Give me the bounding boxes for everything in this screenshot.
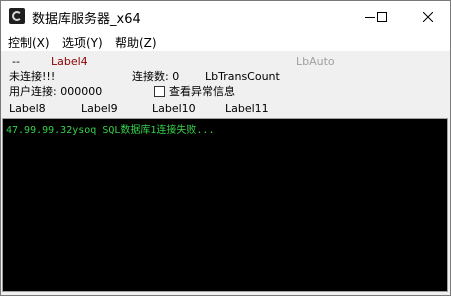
connection-count: 连接数: 0 [132, 70, 180, 83]
log-line: 47.99.99.32ysoq SQL数据库1连接失败... [6, 125, 215, 136]
app-window: 数据库服务器_x64 控制(X) 选项(Y) 帮助(Z) -- Label4 L… [0, 0, 451, 296]
maximize-button[interactable] [359, 1, 404, 32]
trans-count-label: LbTransCount [205, 70, 280, 83]
menu-control[interactable]: 控制(X) [8, 34, 50, 51]
label8: Label8 [9, 102, 46, 115]
view-error-checkbox[interactable] [154, 86, 165, 97]
close-button[interactable] [405, 1, 450, 32]
app-logo-icon [9, 8, 25, 24]
log-console[interactable]: 47.99.99.32ysoq SQL数据库1连接失败... [2, 118, 448, 292]
menu-bar: 控制(X) 选项(Y) 帮助(Z) [1, 32, 450, 51]
user-connection-count: 用户连接: 000000 [9, 85, 103, 98]
menu-help[interactable]: 帮助(Z) [115, 34, 157, 51]
label4: Label4 [51, 55, 88, 68]
close-icon [422, 11, 433, 22]
label10: Label10 [152, 102, 196, 115]
label9: Label9 [81, 102, 118, 115]
dash-label: -- [12, 55, 20, 68]
title-bar[interactable]: 数据库服务器_x64 [1, 1, 450, 32]
menu-options[interactable]: 选项(Y) [62, 34, 103, 51]
label11: Label11 [225, 102, 269, 115]
view-error-label[interactable]: 查看异常信息 [169, 85, 235, 98]
lb-auto-label: LbAuto [296, 55, 335, 68]
window-title: 数据库服务器_x64 [32, 12, 141, 27]
maximize-icon [376, 11, 387, 22]
connection-status: 未连接!!! [9, 70, 56, 83]
